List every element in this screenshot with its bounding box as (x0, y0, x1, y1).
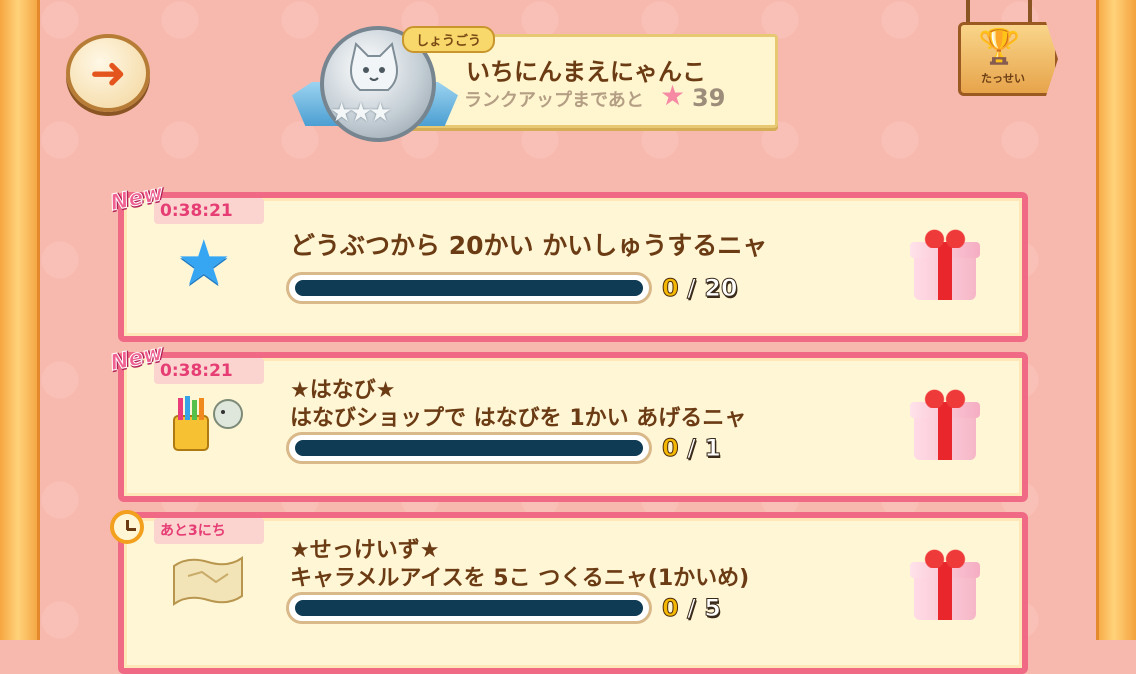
progress-current: 0 (662, 434, 680, 463)
trophy-icon: 🏆 (978, 27, 1021, 67)
gift-reward-icon[interactable] (910, 226, 980, 300)
back-button[interactable]: ➜ (66, 34, 150, 112)
mission-title: どうぶつから 20かい かいしゅうするニャ (290, 231, 768, 260)
star-icon: ★ (176, 226, 232, 299)
progress-current: 0 (662, 594, 680, 623)
progress-separator: / (687, 594, 697, 623)
mission-title: はなびショップで はなびを 1かい あげるニャ (290, 406, 747, 431)
mission-title: キャラメルアイスを 5こ つくるニャ(1かいめ) (290, 566, 750, 591)
progress-total: 5 (704, 594, 722, 623)
fireworks-icon (173, 396, 243, 451)
right-wood-rail (1096, 0, 1136, 640)
progress-count: 0 / 1 (662, 434, 722, 463)
blueprint-icon (173, 556, 243, 606)
progress-current: 0 (662, 274, 680, 303)
progress-bar (286, 592, 652, 624)
progress-count: 0 / 5 (662, 594, 722, 623)
rank-tag: しょうごう (402, 26, 496, 53)
left-wood-rail (0, 0, 40, 640)
gift-reward-icon[interactable] (910, 546, 980, 620)
rank-title: いちにんまえにゃんこ (466, 58, 706, 86)
achievement-label: たっせい (981, 72, 1025, 85)
timer-label: 0:38:21 (154, 198, 264, 224)
progress-total: 20 (704, 274, 738, 303)
back-arrow-icon: ➜ (89, 47, 127, 99)
progress-bar (286, 432, 652, 464)
timer-label: 0:38:21 (154, 358, 264, 384)
rankup-text: ランクアップまであと (464, 90, 644, 111)
progress-total: 1 (704, 434, 722, 463)
rankup-count: 39 (692, 84, 726, 112)
gift-reward-icon[interactable] (910, 386, 980, 460)
timer-label: あと3にち (154, 518, 264, 544)
clock-icon (110, 510, 144, 544)
progress-count: 0 / 20 (662, 274, 739, 303)
pink-star-icon: ★ (660, 79, 686, 112)
progress-separator: / (687, 274, 697, 303)
medal-stars: ★★★ (330, 98, 392, 128)
cat-icon (350, 42, 398, 91)
progress-separator: / (687, 434, 697, 463)
progress-bar (286, 272, 652, 304)
